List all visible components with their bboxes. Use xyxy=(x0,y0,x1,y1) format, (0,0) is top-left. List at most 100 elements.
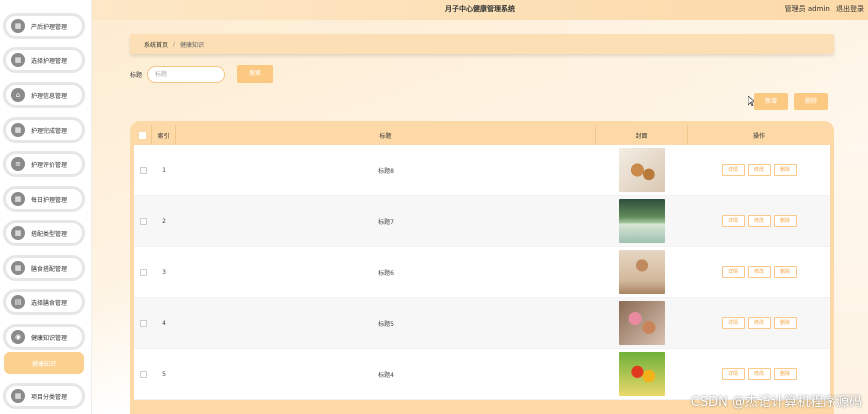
sidebar-item-care-info[interactable]: ⌂ 护理信息管理 xyxy=(3,82,85,108)
detail-button[interactable]: 详情 xyxy=(721,266,745,278)
sidebar: ▦ 产后护理管理 ▦ 选择护理管理 ⌂ 护理信息管理 ▦ 护理完成管理 ≡ 护理… xyxy=(0,0,92,414)
row-delete-button[interactable]: 删除 xyxy=(773,164,797,176)
top-bar: 月子中心健康管理系统 管理员 admin 退出登录 xyxy=(92,0,868,20)
sidebar-item-label: 健康知识管理 xyxy=(31,334,68,342)
fruit-photo xyxy=(619,352,665,396)
sidebar-item-label: 项目分类管理 xyxy=(31,393,68,401)
grid-icon: ▦ xyxy=(11,53,25,67)
row-image-cell xyxy=(596,352,688,396)
detail-button[interactable]: 详情 xyxy=(721,368,745,380)
row-ops: 详情 修改 删除 xyxy=(688,215,830,227)
row-select-cell xyxy=(134,166,152,174)
row-delete-button[interactable]: 删除 xyxy=(773,215,797,227)
grid-icon: ▦ xyxy=(11,192,25,206)
sidebar-item-care-review[interactable]: ≡ 护理评价管理 xyxy=(3,151,85,177)
row-select-cell xyxy=(134,370,152,378)
donut-photo xyxy=(619,301,665,345)
detail-button[interactable]: 详情 xyxy=(721,317,745,329)
user-area: 管理员 admin 退出登录 xyxy=(781,4,864,14)
select-all-cell xyxy=(134,125,152,145)
sidebar-item-select-care[interactable]: ▦ 选择护理管理 xyxy=(3,47,85,73)
row-image-cell xyxy=(596,148,688,192)
header-image: 封面 xyxy=(596,125,688,145)
delete-button[interactable]: 删除 xyxy=(794,93,828,110)
app-title: 月子中心健康管理系统 xyxy=(445,5,515,13)
grid-icon: ▦ xyxy=(11,123,25,137)
sidebar-item-daily-care[interactable]: ▦ 每日护理管理 xyxy=(3,186,85,212)
row-index: 5 xyxy=(162,370,166,378)
detail-button[interactable]: 详情 xyxy=(721,215,745,227)
row-select-cell xyxy=(134,268,152,276)
sidebar-item-label: 选择护理管理 xyxy=(31,57,68,65)
add-button[interactable]: 新增 xyxy=(754,93,788,110)
breadcrumb-current: 健康知识 xyxy=(180,41,205,49)
breadcrumb-separator: / xyxy=(173,40,176,48)
sidebar-item-care-complete[interactable]: ▦ 护理完成管理 xyxy=(3,117,85,143)
sidebar-item-select-diet[interactable]: ▤ 选择膳食管理 xyxy=(3,289,85,315)
sidebar-item-label: 护理评价管理 xyxy=(31,161,68,169)
edit-button[interactable]: 修改 xyxy=(747,317,771,329)
row-select-cell xyxy=(134,217,152,225)
home-icon: ⌂ xyxy=(11,88,25,102)
table-row: 2 标题7 详情 修改 删除 xyxy=(134,196,830,247)
sidebar-item-label: 选择膳食管理 xyxy=(31,299,68,307)
breadcrumb-home[interactable]: 系统首页 xyxy=(144,40,168,49)
row-image-cell xyxy=(596,250,688,294)
fitness-photo xyxy=(619,250,665,294)
sidebar-item-label: 护理信息管理 xyxy=(31,92,68,100)
row-ops: 详情 修改 删除 xyxy=(688,368,830,380)
row-ops: 详情 修改 删除 xyxy=(688,317,830,329)
row-index: 4 xyxy=(162,319,166,327)
sidebar-subitem-health-knowledge[interactable]: 健康知识 xyxy=(4,352,84,374)
logout-link[interactable]: 退出登录 xyxy=(836,5,864,13)
row-title: 标题5 xyxy=(378,320,394,328)
row-select-cell xyxy=(134,319,152,327)
watermark: CSDN @杰记计算机程序源码 xyxy=(690,395,862,410)
grid-icon: ▦ xyxy=(11,389,25,403)
edit-button[interactable]: 修改 xyxy=(747,368,771,380)
detail-button[interactable]: 详情 xyxy=(721,164,745,176)
table-row: 1 标题8 详情 修改 删除 xyxy=(134,145,830,196)
row-title: 标题6 xyxy=(378,269,394,277)
user-name: 管理员 admin xyxy=(784,5,830,13)
edit-button[interactable]: 修改 xyxy=(747,164,771,176)
grid-icon: ▦ xyxy=(11,261,25,275)
search-button[interactable]: 搜索 xyxy=(237,65,274,83)
data-table: 索引 标题 封面 操作 1 标题8 详情 修改 删除 2 标题7 详情 修改 删… xyxy=(130,121,834,414)
list-icon: ≡ xyxy=(11,157,25,171)
row-checkbox[interactable] xyxy=(139,370,147,378)
row-checkbox[interactable] xyxy=(139,268,147,276)
search-bar: 标题 标题 搜索 xyxy=(130,65,274,83)
row-image-cell xyxy=(596,199,688,243)
row-checkbox[interactable] xyxy=(139,166,147,174)
pin-icon: ◉ xyxy=(11,330,25,344)
sidebar-item-combo-type[interactable]: ▦ 搭配类型管理 xyxy=(3,220,85,246)
row-title: 标题4 xyxy=(378,371,394,379)
search-input[interactable]: 标题 xyxy=(147,65,226,83)
lake-photo xyxy=(619,199,665,243)
header-ops: 操作 xyxy=(752,132,765,140)
row-delete-button[interactable]: 删除 xyxy=(773,317,797,329)
row-delete-button[interactable]: 删除 xyxy=(773,368,797,380)
grid-icon: ▦ xyxy=(11,226,25,240)
sidebar-item-health-knowledge[interactable]: ◉ 健康知识管理 xyxy=(3,324,85,350)
sidebar-item-postpartum-care[interactable]: ▦ 产后护理管理 xyxy=(3,13,85,39)
row-checkbox[interactable] xyxy=(139,319,147,327)
row-delete-button[interactable]: 删除 xyxy=(773,266,797,278)
grid-icon: ▦ xyxy=(11,19,25,33)
main-content: 系统首页 / 健康知识 标题 标题 搜索 新增 删除 索引 标题 封面 操作 1… xyxy=(92,20,868,414)
sidebar-item-label: 每日护理管理 xyxy=(31,196,68,204)
select-all-checkbox[interactable] xyxy=(139,131,146,139)
sidebar-item-project-category[interactable]: ▦ 项目分类管理 xyxy=(3,383,85,409)
table-row: 3 标题6 详情 修改 删除 xyxy=(134,247,830,298)
row-checkbox[interactable] xyxy=(139,217,147,225)
row-index: 3 xyxy=(162,268,166,276)
edit-button[interactable]: 修改 xyxy=(747,266,771,278)
search-label: 标题 xyxy=(130,71,143,79)
row-image-cell xyxy=(596,301,688,345)
sidebar-item-diet-combo[interactable]: ▦ 膳食搭配管理 xyxy=(3,255,85,281)
row-index: 1 xyxy=(162,166,166,174)
table-row: 4 标题5 详情 修改 删除 xyxy=(134,298,830,349)
edit-button[interactable]: 修改 xyxy=(747,215,771,227)
sidebar-subitem-label: 健康知识 xyxy=(31,360,56,368)
